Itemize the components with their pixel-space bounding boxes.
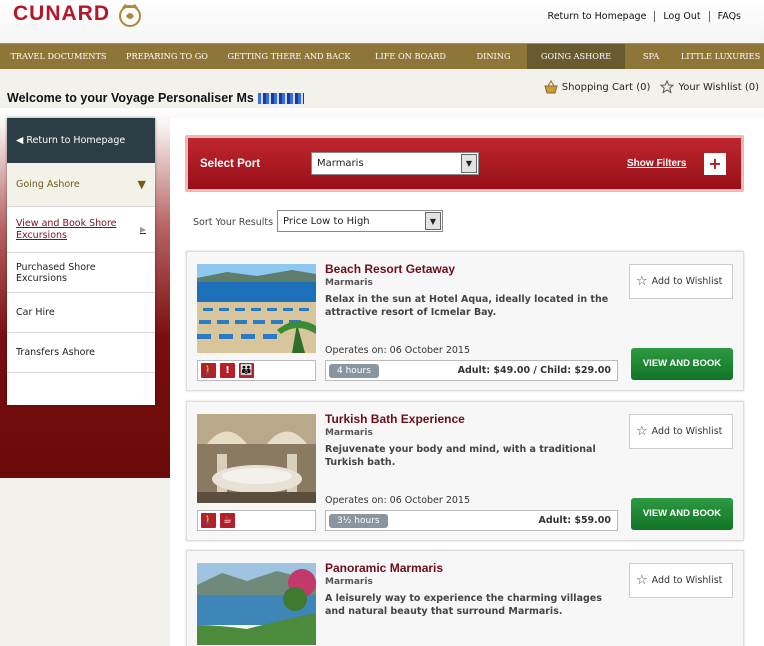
excursion-card: Panoramic Marmaris Marmaris A leisurely … [186, 550, 744, 646]
walking-icon: 🚶 [201, 513, 216, 528]
excursion-port: Marmaris [325, 428, 373, 438]
nav-dining[interactable]: Dining [460, 44, 527, 69]
details-bar: 4 hours Adult: $49.00 / Child: $29.00 [325, 360, 618, 381]
sidebar-item-car-hire[interactable]: Car Hire [7, 293, 155, 333]
price: Adult: $59.00 [538, 515, 611, 526]
sidebar: ◀ Return to Homepage Going Ashore ▼ View … [7, 118, 155, 405]
main-content: Select Port Marmaris ▼ Show Filters + Sor… [170, 118, 764, 646]
cart-bar: Shopping Cart (0) Your Wishlist (0) [544, 80, 759, 94]
dropdown-arrow-icon: ▼ [461, 154, 477, 173]
excursion-title[interactable]: Panoramic Marmaris [325, 561, 443, 575]
turkish-bath-photo [197, 414, 316, 503]
operates-on: Operates on: 06 October 2015 [325, 495, 470, 506]
nav-spa[interactable]: Spa [625, 44, 677, 69]
top-link-homepage[interactable]: Return to Homepage [540, 11, 655, 22]
sidebar-return-homepage[interactable]: ◀ Return to Homepage [7, 118, 155, 163]
add-to-wishlist-button[interactable]: ☆ Add to Wishlist [629, 563, 733, 598]
header: CUNARD Return to Homepage Log Out FAQs [0, 0, 764, 43]
price: Adult: $49.00 / Child: $29.00 [457, 365, 611, 376]
marmaris-panorama-photo [197, 563, 316, 645]
activity-icons: 🚶 ! 👪 [197, 360, 316, 381]
top-link-faqs[interactable]: FAQs [708, 11, 749, 22]
add-to-wishlist-button[interactable]: ☆ Add to Wishlist [629, 414, 733, 449]
activity-icons: 🚶 ☕ [197, 510, 316, 531]
main-nav: Travel Documents Preparing to Go Getting… [0, 43, 764, 69]
wishlist-link[interactable]: Your Wishlist (0) [678, 82, 759, 93]
top-links: Return to Homepage Log Out FAQs [540, 11, 749, 22]
operates-on: Operates on: 06 October 2015 [325, 345, 470, 356]
welcome-message: Welcome to your Voyage Personaliser Ms [7, 91, 304, 105]
show-filters-link[interactable]: Show Filters [627, 158, 686, 169]
cup-icon: ☕ [220, 513, 235, 528]
star-icon: ☆ [636, 573, 648, 588]
sidebar-item-transfers[interactable]: Transfers Ashore [7, 333, 155, 373]
shopping-cart-link[interactable]: Shopping Cart (0) [562, 82, 651, 93]
view-and-book-button[interactable]: VIEW AND BOOK [631, 498, 733, 530]
sort-label: Sort Your Results [193, 217, 274, 228]
nav-going-ashore[interactable]: Going Ashore [527, 44, 625, 69]
chevron-right-icon: ▶ [139, 224, 146, 234]
nav-little-luxuries[interactable]: Little Luxuries [677, 44, 764, 69]
excursion-port: Marmaris [325, 577, 373, 587]
basket-icon [544, 80, 558, 94]
sidebar-item-purchased[interactable]: Purchased Shore Excursions [7, 253, 155, 293]
duration-badge: 4 hours [329, 364, 379, 378]
excursion-description: A leisurely way to experience the charmi… [325, 593, 602, 617]
sidebar-item-view-and-book[interactable]: View and Book Shore Excursions ▶ [7, 207, 155, 253]
top-link-logout[interactable]: Log Out [654, 11, 708, 22]
excursion-port: Marmaris [325, 278, 373, 288]
port-select[interactable]: Marmaris ▼ [311, 152, 479, 175]
excursion-title[interactable]: Beach Resort Getaway [325, 262, 455, 276]
add-to-wishlist-button[interactable]: ☆ Add to Wishlist [629, 264, 733, 299]
cunard-logo[interactable]: CUNARD [13, 2, 110, 26]
details-bar: 3½ hours Adult: $59.00 [325, 510, 618, 531]
beach-photo [197, 264, 316, 353]
sort-select[interactable]: Price Low to High ▼ [277, 210, 443, 232]
port-filter-bar: Select Port Marmaris ▼ Show Filters + [185, 135, 744, 192]
nav-life-on-board[interactable]: Life on Board [361, 44, 460, 69]
select-port-label: Select Port [200, 158, 261, 170]
view-and-book-button[interactable]: VIEW AND BOOK [631, 348, 733, 380]
crest-logo-icon [119, 4, 141, 27]
sidebar-section-going-ashore[interactable]: Going Ashore ▼ [7, 163, 155, 207]
star-icon: ☆ [636, 424, 648, 439]
star-icon: ☆ [636, 274, 648, 289]
excursion-title[interactable]: Turkish Bath Experience [325, 412, 465, 426]
duration-badge: 3½ hours [329, 514, 388, 528]
plus-icon[interactable]: + [704, 153, 726, 175]
excursion-description: Rejuvenate your body and mind, with a tr… [325, 444, 596, 468]
nav-travel-documents[interactable]: Travel Documents [0, 44, 117, 69]
dropdown-arrow-icon: ▼ [425, 212, 441, 230]
family-icon: 👪 [239, 363, 254, 378]
nav-getting-there[interactable]: Getting There and Back [217, 44, 361, 69]
excursion-card: Turkish Bath Experience Marmaris Rejuven… [186, 401, 744, 541]
triangle-down-icon: ▼ [137, 178, 146, 191]
nav-preparing-to-go[interactable]: Preparing to Go [117, 44, 217, 69]
excursion-card: Beach Resort Getaway Marmaris Relax in t… [186, 251, 744, 391]
walking-icon: 🚶 [201, 363, 216, 378]
star-icon [660, 80, 675, 94]
redacted-name [257, 93, 304, 105]
warning-icon: ! [220, 363, 235, 378]
excursion-description: Relax in the sun at Hotel Aqua, ideally … [325, 294, 609, 318]
